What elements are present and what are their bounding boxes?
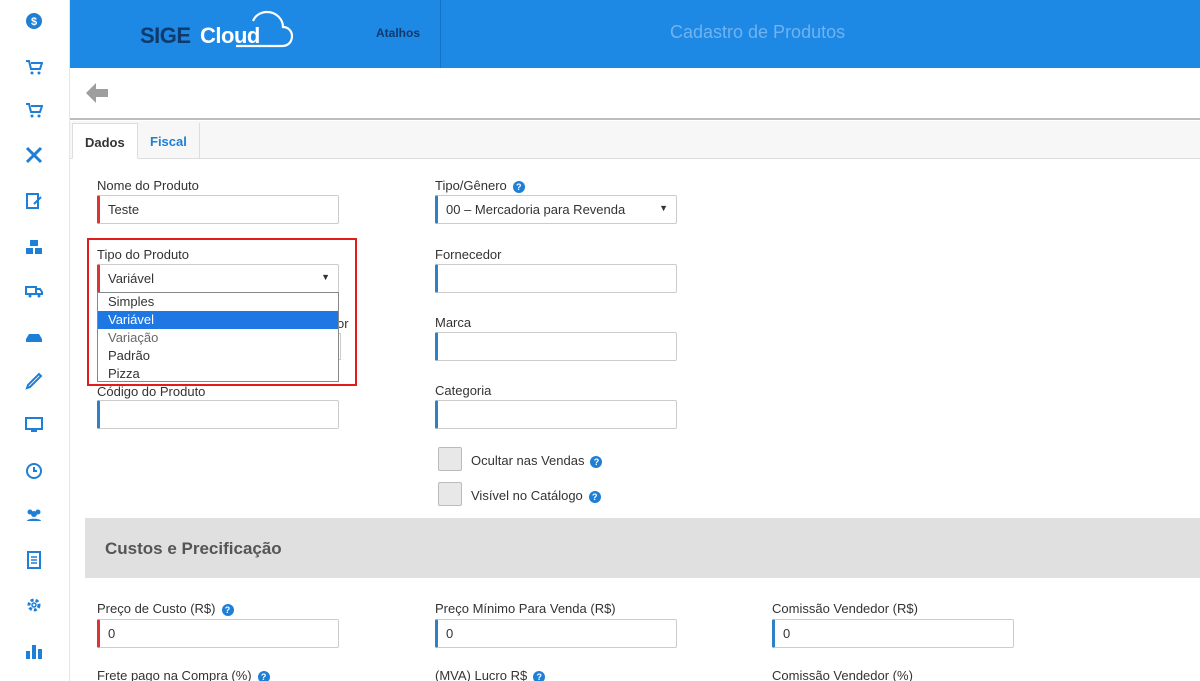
comissao-pct-label: Comissão Vendedor (%) [772,668,913,681]
marca-label: Marca [435,315,472,330]
preco-custo-input[interactable]: 0 [97,619,339,648]
visivel-catalogo-text: Visível no Catálogo [471,488,583,503]
fornecedor-input[interactable] [435,264,677,293]
mva-text: (MVA) Lucro R$ [435,668,528,681]
logo-text-sige: SIGE [140,23,191,48]
marca-input[interactable] [435,332,677,361]
header-divider [440,0,441,68]
tab-bar: Dados Fiscal [70,121,1200,159]
truck-icon[interactable] [23,280,45,302]
nome-produto-label: Nome do Produto [97,178,199,193]
car-icon[interactable] [23,326,45,348]
highlight-annotation [87,238,357,386]
preco-custo-text: Preço de Custo (R$) [97,601,216,616]
tab-fiscal[interactable]: Fiscal [138,123,200,159]
icon-sidebar: $ [0,0,70,681]
help-icon[interactable]: ? [588,491,601,503]
top-header: SIGE Cloud Atalhos Cadastro de Produtos [70,0,1200,68]
tipo-genero-label-text: Tipo/Gênero [435,178,507,193]
nome-produto-input[interactable]: Teste [97,195,339,224]
tipo-genero-value: 00 – Mercadoria para Revenda [446,202,626,217]
help-icon[interactable]: ? [512,181,525,193]
edit-icon[interactable] [23,190,45,212]
mva-label: (MVA) Lucro R$? [435,668,546,681]
section-header: Custos e Precificação [85,518,1200,578]
cart-icon[interactable] [23,56,45,78]
comissao-rs-input[interactable]: 0 [772,619,1014,648]
pencil-icon[interactable] [23,370,45,392]
preco-minimo-label: Preço Mínimo Para Venda (R$) [435,601,616,616]
ocultar-vendas-label: Ocultar nas Vendas? [471,453,603,468]
section-title: Custos e Precificação [105,539,282,558]
shortcuts-menu[interactable]: Atalhos [376,26,420,40]
help-icon[interactable]: ? [533,671,546,681]
codigo-produto-input[interactable] [97,400,339,429]
tipo-genero-select[interactable]: 00 – Mercadoria para Revenda ▼ [435,195,677,224]
svg-text:$: $ [31,16,37,28]
clock-icon[interactable] [23,460,45,482]
tipo-genero-label: Tipo/Gênero? [435,178,525,193]
codigo-produto-label: Código do Produto [97,384,206,399]
document-icon[interactable] [23,549,45,571]
back-arrow-icon[interactable] [84,82,110,104]
tab-dados[interactable]: Dados [72,123,138,159]
users-icon[interactable] [23,504,45,526]
sige-cloud-logo[interactable]: SIGE Cloud [140,10,300,56]
monitor-icon[interactable] [23,414,45,436]
visivel-catalogo-checkbox[interactable] [438,482,462,506]
ocultar-vendas-checkbox[interactable] [438,447,462,471]
help-icon[interactable]: ? [257,671,270,681]
categoria-input[interactable] [435,400,677,429]
dollar-icon[interactable]: $ [23,10,45,32]
preco-minimo-input[interactable]: 0 [435,619,677,648]
tools-icon[interactable] [23,144,45,166]
help-icon[interactable]: ? [221,604,234,616]
boxes-icon[interactable] [23,236,45,258]
cart-check-icon[interactable] [23,99,45,121]
logo-text-cloud: Cloud [200,23,260,48]
comissao-rs-label: Comissão Vendedor (R$) [772,601,918,616]
ocultar-vendas-text: Ocultar nas Vendas [471,453,585,468]
fornecedor-label: Fornecedor [435,247,502,262]
categoria-label: Categoria [435,383,492,398]
help-icon[interactable]: ? [590,456,603,468]
toolbar [70,68,1200,120]
gear-icon[interactable] [23,594,45,616]
page-title: Cadastro de Produtos [670,22,846,42]
preco-custo-label: Preço de Custo (R$)? [97,601,234,616]
dropdown-arrow-icon: ▼ [659,203,668,213]
visivel-catalogo-label: Visível no Catálogo? [471,488,601,503]
bar-chart-icon[interactable] [23,640,45,662]
frete-label: Frete pago na Compra (%)? [97,668,270,681]
frete-text: Frete pago na Compra (%) [97,668,252,681]
